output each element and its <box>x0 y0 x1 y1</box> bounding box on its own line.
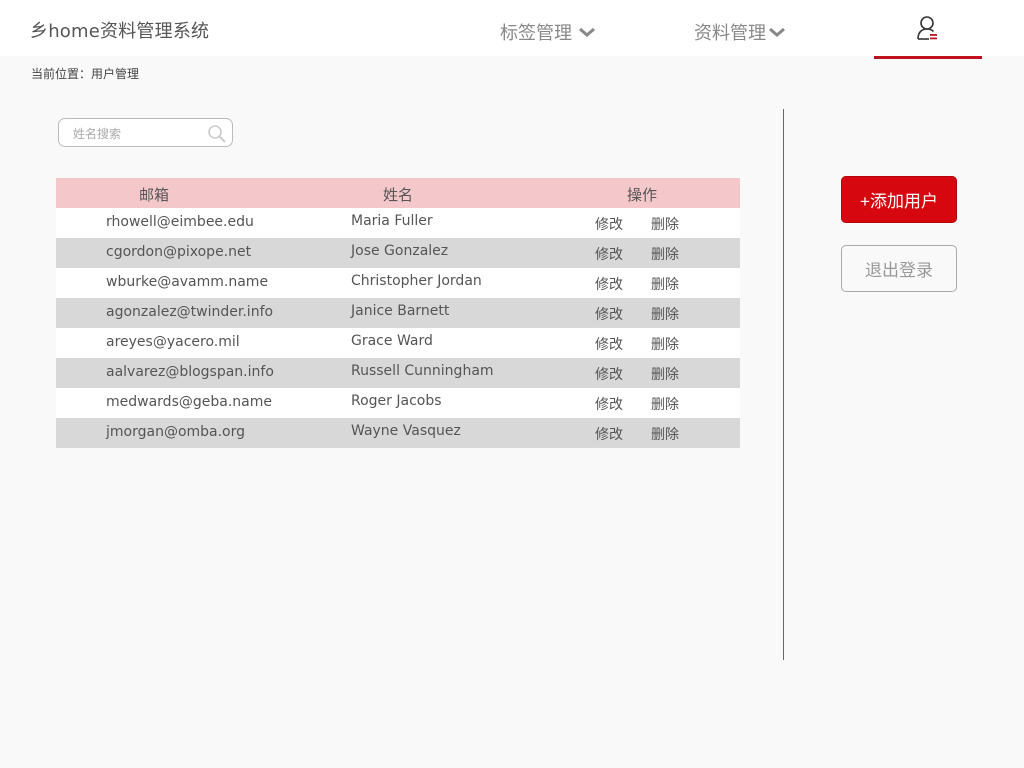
delete-button[interactable]: 删除 <box>651 244 679 264</box>
email-cell: medwards@geba.name <box>106 394 272 410</box>
edit-button[interactable]: 修改 <box>595 394 623 414</box>
column-header-actions: 操作 <box>627 186 658 204</box>
search-box[interactable] <box>58 118 233 147</box>
table-row: cgordon@pixope.net Jose Gonzalez 修改 删除 <box>56 238 740 268</box>
name-cell: Christopher Jordan <box>351 273 482 289</box>
table-row: areyes@yacero.mil Grace Ward 修改 删除 <box>56 328 740 358</box>
name-cell: Roger Jacobs <box>351 393 442 409</box>
table-row: jmorgan@omba.org Wayne Vasquez 修改 删除 <box>56 418 740 448</box>
delete-button[interactable]: 删除 <box>651 214 679 234</box>
email-cell: rhowell@eimbee.edu <box>106 214 254 230</box>
name-cell: Grace Ward <box>351 333 433 349</box>
delete-button[interactable]: 删除 <box>651 394 679 414</box>
delete-button[interactable]: 删除 <box>651 304 679 324</box>
search-icon[interactable] <box>207 124 227 144</box>
table-header: 邮箱 姓名 操作 <box>56 178 740 208</box>
edit-button[interactable]: 修改 <box>595 274 623 294</box>
name-cell: Jose Gonzalez <box>351 243 449 259</box>
vertical-divider <box>783 109 784 660</box>
nav-user-management[interactable] <box>874 0 982 59</box>
name-cell: Janice Barnett <box>351 303 450 319</box>
table-row: rhowell@eimbee.edu Maria Fuller 修改 删除 <box>56 208 740 238</box>
top-navigation-bar: 乡home资料管理系统 标签管理 资料管理 <box>0 0 1024 59</box>
edit-button[interactable]: 修改 <box>595 214 623 234</box>
delete-button[interactable]: 删除 <box>651 364 679 384</box>
app-title: 乡home资料管理系统 <box>30 21 210 42</box>
user-icon <box>917 16 937 40</box>
chevron-down-icon <box>579 27 595 37</box>
name-cell: Wayne Vasquez <box>351 423 461 439</box>
chevron-down-icon <box>769 27 785 37</box>
table-row: aalvarez@blogspan.info Russell Cunningha… <box>56 358 740 388</box>
nav-data-management-label: 资料管理 <box>694 23 766 44</box>
email-cell: jmorgan@omba.org <box>106 424 246 440</box>
table-row: wburke@avamm.name Christopher Jordan 修改 … <box>56 268 740 298</box>
delete-button[interactable]: 删除 <box>651 334 679 354</box>
breadcrumb: 当前位置：用户管理 <box>31 67 140 81</box>
email-cell: aalvarez@blogspan.info <box>106 364 274 380</box>
edit-button[interactable]: 修改 <box>595 334 623 354</box>
table-row: medwards@geba.name Roger Jacobs 修改 删除 <box>56 388 740 418</box>
edit-button[interactable]: 修改 <box>595 364 623 384</box>
user-table: 邮箱 姓名 操作 rhowell@eimbee.edu Maria Fuller… <box>56 178 740 448</box>
logout-button[interactable]: 退出登录 <box>841 245 957 292</box>
nav-data-management[interactable]: 资料管理 <box>694 19 786 45</box>
email-cell: wburke@avamm.name <box>106 274 269 290</box>
email-cell: areyes@yacero.mil <box>106 334 240 350</box>
delete-button[interactable]: 删除 <box>651 274 679 294</box>
email-cell: agonzalez@twinder.info <box>106 304 274 320</box>
delete-button[interactable]: 删除 <box>651 424 679 444</box>
column-header-email: 邮箱 <box>139 186 170 204</box>
table-row: agonzalez@twinder.info Janice Barnett 修改… <box>56 298 740 328</box>
column-header-name: 姓名 <box>383 186 414 204</box>
name-search-input[interactable] <box>71 124 205 144</box>
edit-button[interactable]: 修改 <box>595 304 623 324</box>
nav-tag-management-label: 标签管理 <box>500 23 572 44</box>
edit-button[interactable]: 修改 <box>595 424 623 444</box>
nav-tag-management[interactable]: 标签管理 <box>500 19 596 45</box>
add-user-button[interactable]: +添加用户 <box>841 176 957 223</box>
name-cell: Maria Fuller <box>351 213 433 229</box>
email-cell: cgordon@pixope.net <box>106 244 252 260</box>
edit-button[interactable]: 修改 <box>595 244 623 264</box>
name-cell: Russell Cunningham <box>351 363 494 379</box>
